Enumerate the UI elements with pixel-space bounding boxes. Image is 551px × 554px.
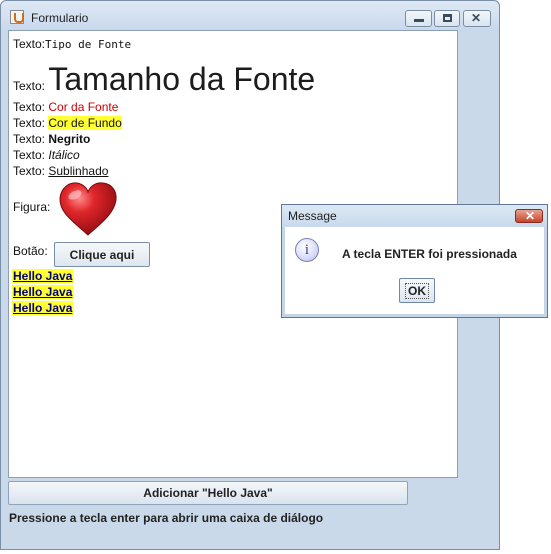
add-hello-java-button[interactable]: Adicionar "Hello Java" [8,481,408,505]
dialog-message: A tecla ENTER foi pressionada [342,247,517,261]
hello-java-item: Hello Java [12,269,74,283]
font-size-text: Tamanho da Fonte [48,61,316,97]
row-underline: Texto: Sublinhado [13,164,108,178]
maximize-button[interactable] [434,10,460,27]
text-label: Texto: [13,37,46,51]
button-label: Botão: [13,244,48,258]
close-icon: ✕ [525,209,536,223]
row-font-type: Texto:Tipo de Fonte [13,37,131,51]
text-label: Texto: [13,132,46,146]
maximize-icon [443,14,452,22]
close-button[interactable]: ✕ [463,10,491,27]
info-icon: i [295,238,319,262]
ok-label: OK [405,282,429,299]
row-italic: Texto: Itálico [13,148,80,162]
text-label: Texto: [13,79,46,93]
message-dialog: Message ✕ i A tecla ENTER foi pressionad… [281,204,548,318]
hello-java-item: Hello Java [12,301,74,315]
window-title: Formulario [31,11,89,25]
dialog-title: Message [288,209,337,223]
ok-button[interactable]: OK [399,278,435,303]
text-label: Texto: [13,148,46,162]
click-here-button[interactable]: Clique aqui [54,242,150,267]
italic-text: Itálico [48,148,80,162]
dialog-body: i A tecla ENTER foi pressionada OK [285,227,544,314]
text-label: Texto: [13,164,46,178]
font-color-text: Cor da Fonte [48,100,119,114]
text-label: Texto: [13,116,46,130]
java-icon [10,10,24,24]
close-icon: ✕ [471,11,482,25]
font-type-text: Tipo de Fonte [45,38,132,51]
hello-java-item: Hello Java [12,285,74,299]
row-font-size: Texto: Tamanho da Fonte [13,61,315,98]
dialog-title-bar[interactable]: Message ✕ [282,205,547,227]
minimize-button[interactable] [405,10,432,27]
text-label: Texto: [13,100,46,114]
row-font-color: Texto: Cor da Fonte [13,100,118,114]
title-bar[interactable]: Formulario ✕ [1,1,499,31]
minimize-icon [414,19,424,22]
row-background-color: Texto: Cor de Fundo [13,116,122,130]
underline-text: Sublinhado [48,164,109,178]
status-text: Pressione a tecla enter para abrir uma c… [9,511,324,525]
dialog-close-button[interactable]: ✕ [515,209,543,223]
row-bold: Texto: Negrito [13,132,90,146]
background-color-text: Cor de Fundo [48,116,122,130]
figure-label: Figura: [13,200,51,214]
heart-icon [59,182,117,236]
bold-text: Negrito [48,132,91,146]
